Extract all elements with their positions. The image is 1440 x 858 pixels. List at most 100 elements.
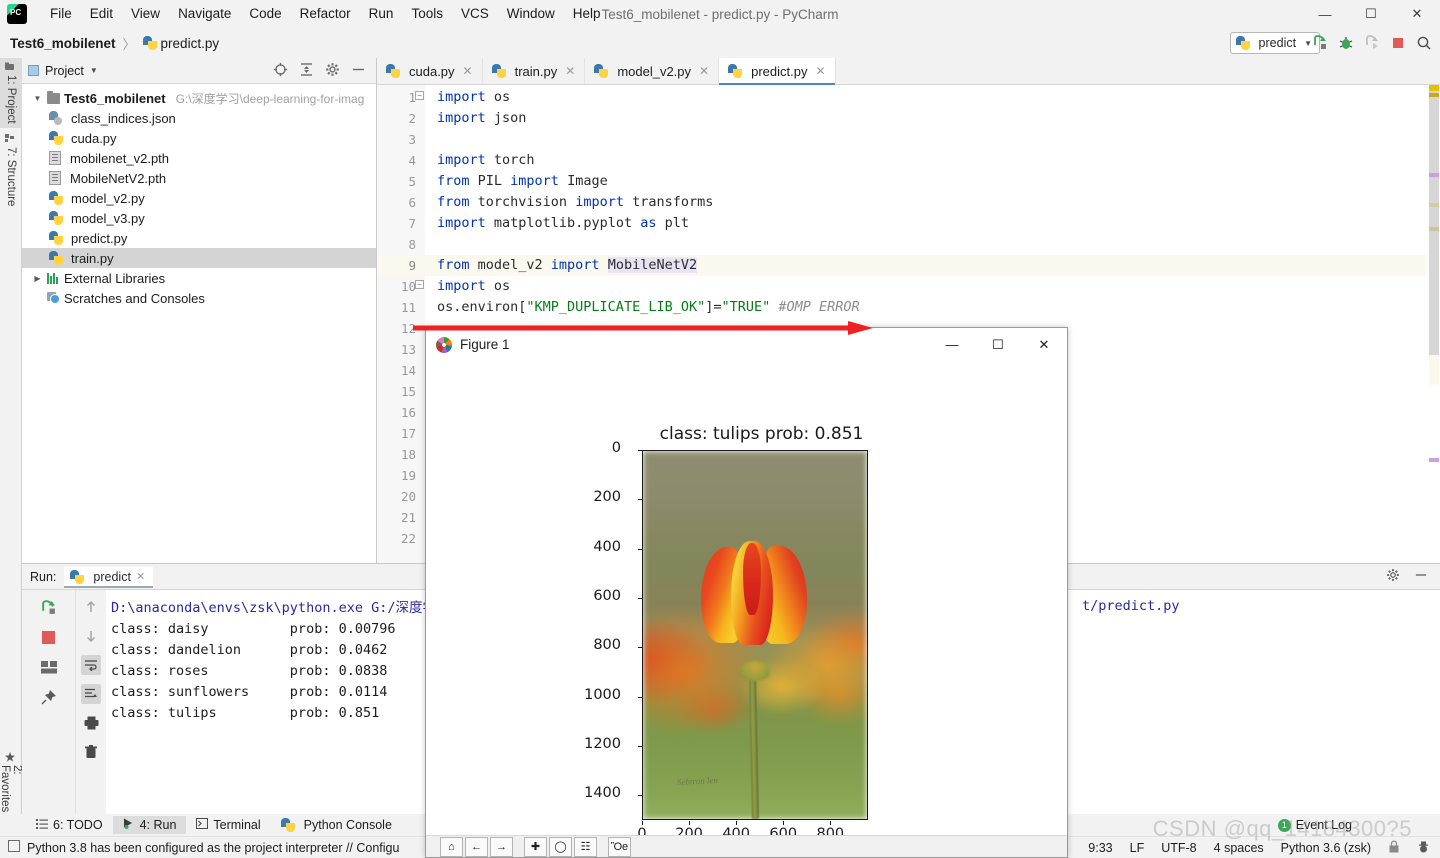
figure-maximize-button[interactable]: ☐ xyxy=(975,328,1021,362)
menu-vcs[interactable]: VCS xyxy=(452,2,498,26)
hector-icon[interactable] xyxy=(1417,840,1430,856)
sidebar-item-project[interactable]: 1: Project xyxy=(0,58,22,128)
fold-marker-icon[interactable]: − xyxy=(415,280,424,289)
sidebar-item-favorites[interactable]: 2: Favorites xyxy=(0,748,23,818)
code-line[interactable]: from model_v2 import MobileNetV2 xyxy=(425,255,1426,276)
collapse-all-icon[interactable] xyxy=(299,62,314,80)
status-encoding[interactable]: UTF-8 xyxy=(1161,841,1196,855)
pan-icon[interactable]: ✚ xyxy=(524,836,547,857)
status-indent[interactable]: 4 spaces xyxy=(1214,841,1264,855)
close-icon[interactable]: ✕ xyxy=(463,64,473,78)
menu-edit[interactable]: Edit xyxy=(81,2,122,26)
tab-predict-py[interactable]: predict.py ✕ xyxy=(719,58,836,85)
tab-model-v2-py[interactable]: model_v2.py ✕ xyxy=(585,58,720,84)
close-button[interactable]: ✕ xyxy=(1394,0,1440,28)
locate-icon[interactable] xyxy=(273,62,288,80)
code-line[interactable]: import matplotlib.pyplot as plt xyxy=(425,213,1426,234)
menu-navigate[interactable]: Navigate xyxy=(169,2,240,26)
menu-window[interactable]: Window xyxy=(498,2,564,26)
hide-panel-icon[interactable] xyxy=(351,62,366,80)
code-line[interactable]: import json xyxy=(425,108,1426,129)
down-arrow-icon[interactable] xyxy=(81,626,101,646)
chevron-down-icon[interactable]: ▼ xyxy=(32,94,43,103)
back-arrow-icon[interactable]: ← xyxy=(465,836,488,857)
coverage-icon[interactable] xyxy=(1363,35,1380,52)
print-icon[interactable] xyxy=(81,713,101,733)
code-line[interactable]: from torchvision import transforms xyxy=(425,192,1426,213)
search-icon[interactable] xyxy=(1415,35,1432,52)
code-line[interactable] xyxy=(425,234,1426,255)
stop-icon[interactable] xyxy=(39,627,59,647)
code-line[interactable]: import os xyxy=(425,276,1426,297)
tree-node-root[interactable]: ▼ Test6_mobilenet G:\深度学习\deep-learning-… xyxy=(22,88,376,108)
save-figure-icon[interactable]: Ὃe xyxy=(608,836,631,857)
run-tab-predict[interactable]: predict ✕ xyxy=(64,566,154,588)
hide-panel-icon[interactable] xyxy=(1414,568,1428,585)
tree-node-mobilenetv2-pth[interactable]: MobileNetV2.pth xyxy=(22,168,376,188)
menu-tools[interactable]: Tools xyxy=(402,2,452,26)
breadcrumb-file[interactable]: predict.py xyxy=(161,36,220,51)
minimize-button[interactable]: — xyxy=(1302,0,1348,28)
up-arrow-icon[interactable] xyxy=(81,597,101,617)
console-scrollbar[interactable] xyxy=(1426,590,1440,819)
layout-icon[interactable] xyxy=(39,657,59,677)
maximize-button[interactable]: ☐ xyxy=(1348,0,1394,28)
menu-code[interactable]: Code xyxy=(240,2,290,26)
tab-cuda-py[interactable]: cuda.py ✕ xyxy=(377,58,483,84)
figure-minimize-button[interactable]: — xyxy=(929,328,975,362)
tree-node-mobilenet-v2-pth[interactable]: mobilenet_v2.pth xyxy=(22,148,376,168)
run-configuration-selector[interactable]: predict ▼ xyxy=(1229,32,1320,54)
code-line[interactable]: import torch xyxy=(425,150,1426,171)
tab-todo[interactable]: 6: TODO xyxy=(26,816,113,834)
trash-icon[interactable] xyxy=(81,742,101,762)
close-icon[interactable]: ✕ xyxy=(699,64,709,78)
rerun-icon[interactable] xyxy=(39,597,59,617)
gear-icon[interactable] xyxy=(1386,568,1400,585)
code-line[interactable]: os.environ["KMP_DUPLICATE_LIB_OK"]="TRUE… xyxy=(425,297,1426,318)
status-line-separator[interactable]: LF xyxy=(1130,841,1145,855)
status-interpreter[interactable]: Python 3.6 (zsk) xyxy=(1281,841,1371,855)
fold-marker-icon[interactable]: − xyxy=(415,91,424,100)
forward-arrow-icon[interactable]: → xyxy=(490,836,513,857)
scrollbar-thumb[interactable] xyxy=(1429,91,1439,359)
run-icon[interactable] xyxy=(1311,35,1328,52)
close-icon[interactable]: ✕ xyxy=(815,64,825,78)
chevron-down-icon[interactable]: ▼ xyxy=(90,66,98,75)
tree-node-model-v3[interactable]: model_v3.py xyxy=(22,208,376,228)
tree-node-predict[interactable]: predict.py xyxy=(22,228,376,248)
editor-scrollbar[interactable] xyxy=(1426,85,1440,563)
matplotlib-figure-window[interactable]: Figure 1 — ☐ ✕ class: tulips prob: 0.851… xyxy=(425,327,1068,858)
pin-icon[interactable] xyxy=(39,687,59,707)
code-line[interactable]: import os xyxy=(425,87,1426,108)
breadcrumb-root[interactable]: Test6_mobilenet xyxy=(10,36,116,51)
debug-icon[interactable] xyxy=(1337,35,1354,52)
figure-canvas[interactable]: class: tulips prob: 0.851 0 200 400 600 800 1… xyxy=(426,362,1067,842)
stop-icon[interactable] xyxy=(1389,35,1406,52)
menu-refactor[interactable]: Refactor xyxy=(291,2,360,26)
figure-close-button[interactable]: ✕ xyxy=(1021,328,1067,362)
tree-node-cuda[interactable]: cuda.py xyxy=(22,128,376,148)
tab-train-py[interactable]: train.py ✕ xyxy=(483,58,586,84)
status-caret-position[interactable]: 9:33 xyxy=(1088,841,1112,855)
menu-view[interactable]: View xyxy=(122,2,169,26)
menu-run[interactable]: Run xyxy=(360,2,403,26)
tree-node-class-indices[interactable]: class_indices.json xyxy=(22,108,376,128)
scroll-to-end-icon[interactable] xyxy=(81,684,101,704)
tree-node-scratches[interactable]: Scratches and Consoles xyxy=(22,288,376,308)
tree-node-model-v2[interactable]: model_v2.py xyxy=(22,188,376,208)
zoom-rect-icon[interactable]: ◯ xyxy=(549,836,572,857)
tab-terminal[interactable]: Terminal xyxy=(186,816,270,834)
tab-python-console[interactable]: Python Console xyxy=(271,816,402,834)
close-icon[interactable]: ✕ xyxy=(136,570,145,583)
code-line[interactable] xyxy=(425,129,1426,150)
chevron-right-icon[interactable]: ▶ xyxy=(32,274,43,283)
configure-subplots-icon[interactable]: ☷ xyxy=(574,836,597,857)
close-icon[interactable]: ✕ xyxy=(565,64,575,78)
menu-file[interactable]: File xyxy=(41,2,81,26)
tree-node-train[interactable]: train.py xyxy=(22,248,376,268)
soft-wrap-icon[interactable] xyxy=(81,655,101,675)
gear-icon[interactable] xyxy=(325,62,340,80)
tree-node-external-libraries[interactable]: ▶ External Libraries xyxy=(22,268,376,288)
code-line[interactable]: from PIL import Image xyxy=(425,171,1426,192)
editor-gutter[interactable]: 1 2 3 4 5 6 7 8 9 10 11 12 13 14 15 16 17 18 19 20 21 22 xyxy=(377,85,425,563)
